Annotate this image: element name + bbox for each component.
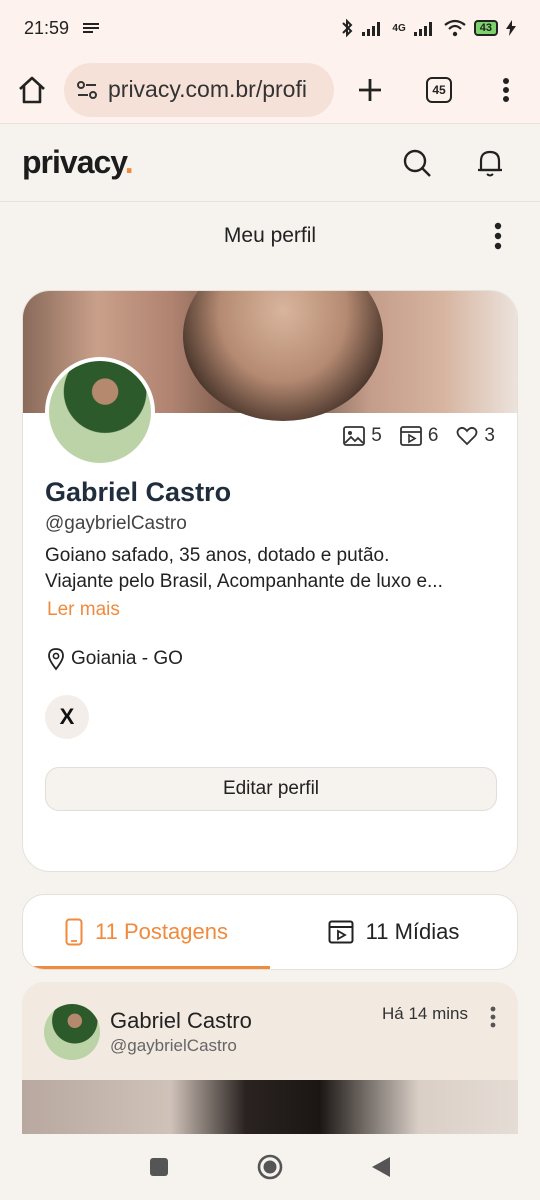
x-icon: X	[59, 704, 75, 729]
profile-name: Gabriel Castro	[45, 477, 232, 507]
location-pin-icon	[48, 648, 64, 671]
header-actions	[402, 148, 504, 178]
x-social-button[interactable]: X	[45, 695, 89, 739]
content-tabs: 11 Postagens 11 Mídias	[22, 894, 518, 970]
edit-profile-button[interactable]: Editar perfil	[45, 767, 497, 811]
bio-line-2: Viajante pelo Brasil, Acompanhante de lu…	[45, 571, 443, 592]
address-bar[interactable]: privacy.com.br/profi	[64, 62, 334, 117]
browser-menu-icon[interactable]	[502, 77, 510, 103]
signal-icon-2	[413, 22, 432, 36]
stat-videos: 6	[399, 425, 439, 447]
tab-media-label: 11 Mídias	[365, 919, 460, 944]
post-handle: @gaybrielCastro	[110, 1036, 237, 1055]
status-icons: 4G 43	[340, 18, 516, 38]
new-tab-icon[interactable]	[356, 76, 384, 104]
home-button-icon[interactable]	[256, 1153, 284, 1181]
heart-icon	[457, 426, 478, 446]
stat-images: 5	[343, 425, 382, 447]
profile-handle: @gaybrielCastro	[45, 513, 187, 534]
bio-line-1: Goiano safado, 35 anos, dotado e putão.	[45, 545, 390, 566]
read-more-link[interactable]: Ler mais	[47, 599, 120, 621]
status-time: 21:59	[24, 17, 70, 38]
notification-icon	[83, 23, 100, 33]
logo-dot: .	[124, 144, 134, 180]
phone-icon	[65, 918, 83, 946]
privacy-logo[interactable]: privacy.	[22, 144, 134, 181]
page-title-row: Meu perfil	[0, 202, 540, 270]
stat-videos-count: 6	[427, 425, 439, 446]
home-icon[interactable]	[16, 74, 48, 106]
tab-posts-label: 11 Postagens	[95, 919, 228, 944]
stat-images-count: 5	[371, 425, 382, 446]
tab-posts[interactable]: 11 Postagens	[23, 895, 270, 969]
site-settings-icon[interactable]	[76, 79, 98, 101]
profile-card: 5 6 3 Gabriel Castro @gaybrielCastro Goi…	[22, 290, 518, 872]
system-nav-bar	[0, 1134, 540, 1200]
page-options-icon[interactable]	[494, 222, 502, 250]
tab-count-label: 45	[432, 82, 446, 97]
recents-icon[interactable]	[148, 1156, 170, 1178]
post-options-icon[interactable]	[490, 1006, 496, 1028]
browser-toolbar: privacy.com.br/profi 45	[0, 56, 540, 124]
image-icon	[343, 426, 366, 446]
stat-likes-count: 3	[484, 425, 495, 446]
profile-location: Goiania - GO	[47, 647, 183, 671]
location-text: Goiania - GO	[71, 648, 183, 669]
profile-bio: Goiano safado, 35 anos, dotado e putão. …	[45, 543, 501, 595]
site-header: privacy.	[0, 124, 540, 202]
post-avatar[interactable]	[44, 1004, 100, 1060]
search-icon[interactable]	[402, 148, 432, 178]
wifi-icon	[444, 19, 466, 37]
cover-face	[183, 291, 383, 421]
logo-text: privacy	[22, 144, 126, 180]
bell-icon[interactable]	[476, 148, 504, 178]
charging-icon	[506, 20, 516, 36]
profile-stats: 5 6 3	[343, 425, 495, 447]
stat-likes: 3	[456, 425, 495, 447]
post-image[interactable]	[22, 1080, 518, 1142]
post-card: Gabriel Castro @gaybrielCastro Há 14 min…	[22, 982, 518, 1142]
battery-indicator: 43	[473, 20, 498, 36]
battery-level: 43	[479, 22, 492, 34]
tab-switcher-button[interactable]: 45	[426, 76, 452, 103]
back-icon[interactable]	[370, 1155, 392, 1179]
post-time: Há 14 mins	[382, 1004, 468, 1023]
post-author[interactable]: Gabriel Castro	[110, 1008, 252, 1034]
url-text: privacy.com.br/profi	[108, 76, 307, 102]
bluetooth-icon	[342, 18, 353, 38]
video-icon	[399, 426, 422, 446]
signal-icon	[362, 22, 381, 36]
page-title: Meu perfil	[223, 224, 317, 247]
status-bar: 21:59 4G 43	[0, 0, 540, 56]
tab-media[interactable]: 11 Mídias	[270, 895, 517, 969]
video-icon	[328, 920, 354, 944]
network-type: 4G	[392, 22, 406, 34]
avatar[interactable]	[45, 357, 155, 467]
